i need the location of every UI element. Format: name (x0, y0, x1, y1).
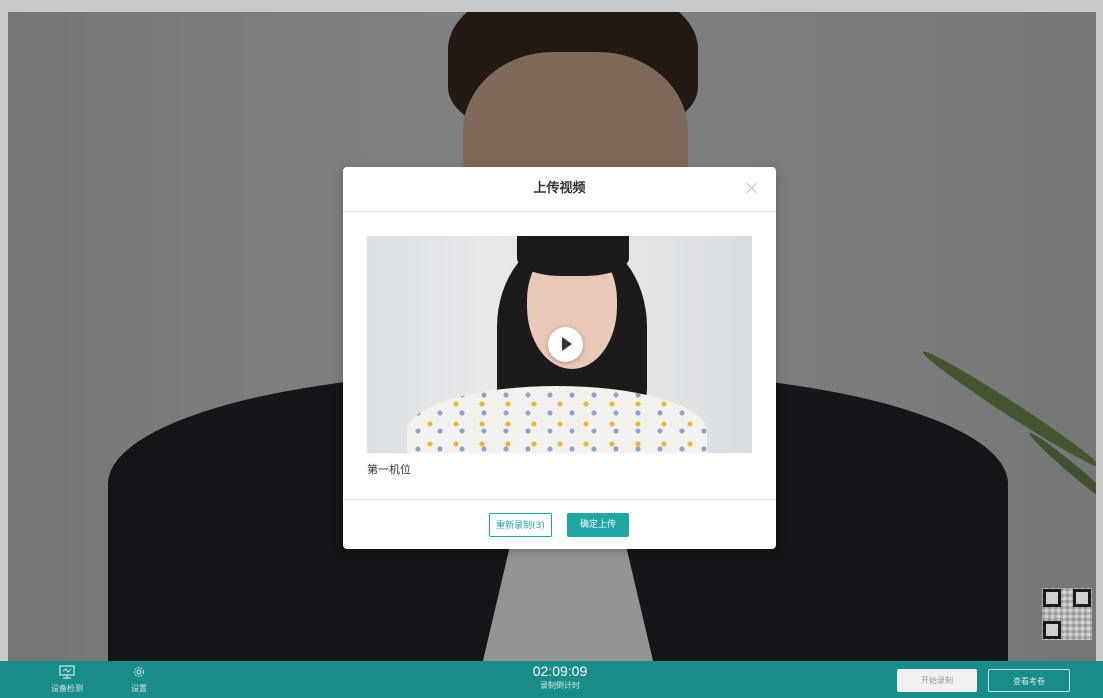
settings-label: 设置 (131, 684, 147, 693)
countdown-label: 录制倒计时 (540, 681, 580, 690)
dialog-title: 上传视频 (533, 181, 586, 196)
device-check-button[interactable]: 设备检测 (47, 661, 87, 698)
monitor-icon (59, 665, 75, 679)
dialog-footer: 重新录制(3) 确定上传 (343, 499, 776, 550)
start-record-button[interactable]: 开始录制 (897, 669, 977, 692)
video-person-shirt (407, 386, 707, 453)
confirm-upload-button[interactable]: 确定上传 (567, 513, 629, 537)
rerecord-button[interactable]: 重新录制(3) (489, 513, 552, 537)
close-icon[interactable] (742, 179, 762, 199)
dialog-header: 上传视频 (343, 167, 776, 212)
record-countdown: 02:09:09 录制倒计时 (500, 663, 620, 691)
video-preview[interactable] (367, 236, 752, 453)
view-exam-button[interactable]: 查看考卷 (988, 669, 1070, 692)
settings-button[interactable]: 设置 (124, 661, 154, 698)
bottom-toolbar: 设备检测 设置 02:09:09 录制倒计时 开始录制 查看考卷 (0, 661, 1103, 698)
video-person-bangs (517, 236, 629, 276)
camera-position-label: 第一机位 (367, 463, 411, 476)
app-frame: 上传视频 第一机位 重新录制(3) 确定上传 设备检测 设置 02:09:09 … (0, 0, 1103, 698)
play-icon[interactable] (548, 327, 583, 362)
device-check-label: 设备检测 (51, 684, 83, 693)
gear-icon (134, 667, 144, 677)
countdown-value: 02:09:09 (532, 663, 588, 679)
upload-video-dialog: 上传视频 第一机位 重新录制(3) 确定上传 (343, 167, 776, 549)
